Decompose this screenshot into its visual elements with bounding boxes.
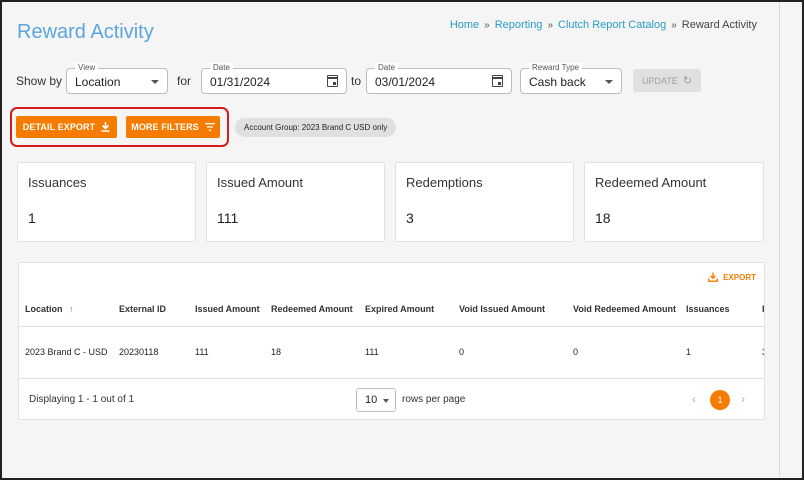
chevron-right-icon[interactable]: › (741, 392, 745, 406)
download-icon (101, 122, 110, 132)
displaying-count: Displaying 1 - 1 out of 1 (29, 394, 135, 405)
chevron-left-icon[interactable]: ‹ (692, 392, 696, 406)
date-from-legend: Date (210, 63, 233, 72)
breadcrumb-clutch-report-catalog[interactable]: Clutch Report Catalog (558, 19, 666, 31)
view-legend: View (75, 63, 99, 72)
export-label: EXPORT (723, 272, 756, 282)
download-icon (708, 272, 718, 282)
date-to-field[interactable]: Date 03/01/2024 (366, 63, 512, 94)
summary-card-value: 111 (217, 210, 239, 226)
summary-card-title: Issued Amount (217, 175, 303, 190)
reward-type-legend: Reward Type (529, 63, 582, 72)
sort-arrow-up-icon: ↑ (69, 304, 74, 314)
column-header-label: Location (25, 304, 63, 314)
cell-void-issued-amount: 0 (459, 347, 465, 357)
breadcrumb-separator: » (484, 19, 490, 31)
column-header-redeemed-amount[interactable]: Redeemed Amount (271, 304, 353, 314)
column-header-external-id[interactable]: External ID (119, 304, 166, 314)
summary-card-title: Issuances (28, 175, 87, 190)
rows-per-page-value: 10 (365, 394, 378, 406)
summary-card-value: 1 (28, 210, 36, 226)
data-table: EXPORT Location ↑ External ID Issued Amo… (18, 262, 765, 420)
reward-type-select[interactable]: Reward Type Cash back (520, 63, 622, 94)
cell-location: 2023 Brand C - USD (25, 347, 108, 357)
table-row[interactable]: 2023 Brand C - USD 20230118 111 18 111 0… (19, 327, 764, 379)
account-group-chip-label: Account Group: 2023 Brand C USD only (244, 123, 388, 132)
column-header-void-redeemed-amount[interactable]: Void Redeemed Amount (573, 304, 676, 314)
detail-export-button[interactable]: DETAIL EXPORT (16, 116, 117, 138)
chevron-down-icon (383, 399, 389, 403)
cell-issuances: 1 (686, 347, 692, 357)
column-header-redemptions[interactable]: R (762, 304, 764, 314)
reward-type-value: Cash back (529, 75, 586, 89)
update-button[interactable]: UPDATE ↻ (633, 69, 701, 92)
cell-redemptions: 3 (762, 347, 764, 357)
breadcrumb-home[interactable]: Home (450, 19, 479, 31)
breadcrumb-reporting[interactable]: Reporting (495, 19, 543, 31)
column-header-issuances[interactable]: Issuances (686, 304, 730, 314)
for-label: for (177, 74, 192, 88)
calendar-icon[interactable] (492, 75, 503, 87)
breadcrumb-current: Reward Activity (681, 19, 757, 31)
column-header-void-issued-amount[interactable]: Void Issued Amount (459, 304, 545, 314)
cell-void-redeemed-amount: 0 (573, 347, 579, 357)
cell-issued-amount: 111 (195, 347, 209, 357)
cell-expired-amount: 111 (365, 347, 379, 357)
column-header-location[interactable]: Location ↑ (25, 304, 74, 314)
update-button-label: UPDATE (641, 75, 678, 86)
summary-card-redemptions: Redemptions 3 (395, 162, 574, 242)
export-button[interactable]: EXPORT (708, 272, 756, 282)
summary-card-issued-amount: Issued Amount 111 (206, 162, 385, 242)
summary-card-redeemed-amount: Redeemed Amount 18 (584, 162, 764, 242)
breadcrumb-separator: » (547, 19, 553, 31)
show-by-label: Show by (16, 74, 63, 88)
calendar-icon[interactable] (327, 75, 338, 87)
summary-card-issuances: Issuances 1 (17, 162, 196, 242)
table-footer: Displaying 1 - 1 out of 1 10 rows per pa… (19, 379, 764, 419)
more-filters-label: MORE FILTERS (131, 122, 199, 132)
more-filters-button[interactable]: MORE FILTERS (126, 116, 220, 138)
filter-lines-icon (204, 123, 215, 131)
table-header: Location ↑ External ID Issued Amount Red… (19, 293, 764, 327)
summary-card-title: Redemptions (406, 175, 483, 190)
rows-per-page-select[interactable]: 10 (356, 388, 396, 412)
date-from-field[interactable]: Date 01/31/2024 (201, 63, 347, 94)
summary-card-value: 3 (406, 210, 414, 226)
breadcrumb: Home » Reporting » Clutch Report Catalog… (450, 19, 757, 31)
date-to-legend: Date (375, 63, 398, 72)
detail-export-label: DETAIL EXPORT (22, 122, 96, 132)
main-content: Reward Activity Home » Reporting » Clutc… (2, 2, 780, 476)
cell-external-id: 20230118 (119, 347, 159, 357)
page-title: Reward Activity (17, 21, 154, 43)
view-select[interactable]: View Location (66, 63, 168, 94)
column-header-issued-amount[interactable]: Issued Amount (195, 304, 260, 314)
summary-card-title: Redeemed Amount (595, 175, 707, 190)
chevron-down-icon (151, 80, 159, 84)
summary-card-value: 18 (595, 210, 611, 226)
rows-per-page-label: rows per page (402, 394, 466, 405)
account-group-chip[interactable]: Account Group: 2023 Brand C USD only (235, 118, 397, 137)
refresh-icon: ↻ (682, 75, 693, 87)
pagination-current-page[interactable]: 1 (710, 390, 730, 410)
view-value: Location (75, 75, 121, 89)
breadcrumb-separator: » (671, 19, 677, 31)
chevron-down-icon (605, 80, 613, 84)
cell-redeemed-amount: 18 (271, 347, 282, 357)
date-to-value: 03/01/2024 (375, 75, 436, 89)
date-from-value: 01/31/2024 (210, 75, 271, 89)
column-header-expired-amount[interactable]: Expired Amount (365, 304, 434, 314)
to-label: to (351, 74, 362, 88)
